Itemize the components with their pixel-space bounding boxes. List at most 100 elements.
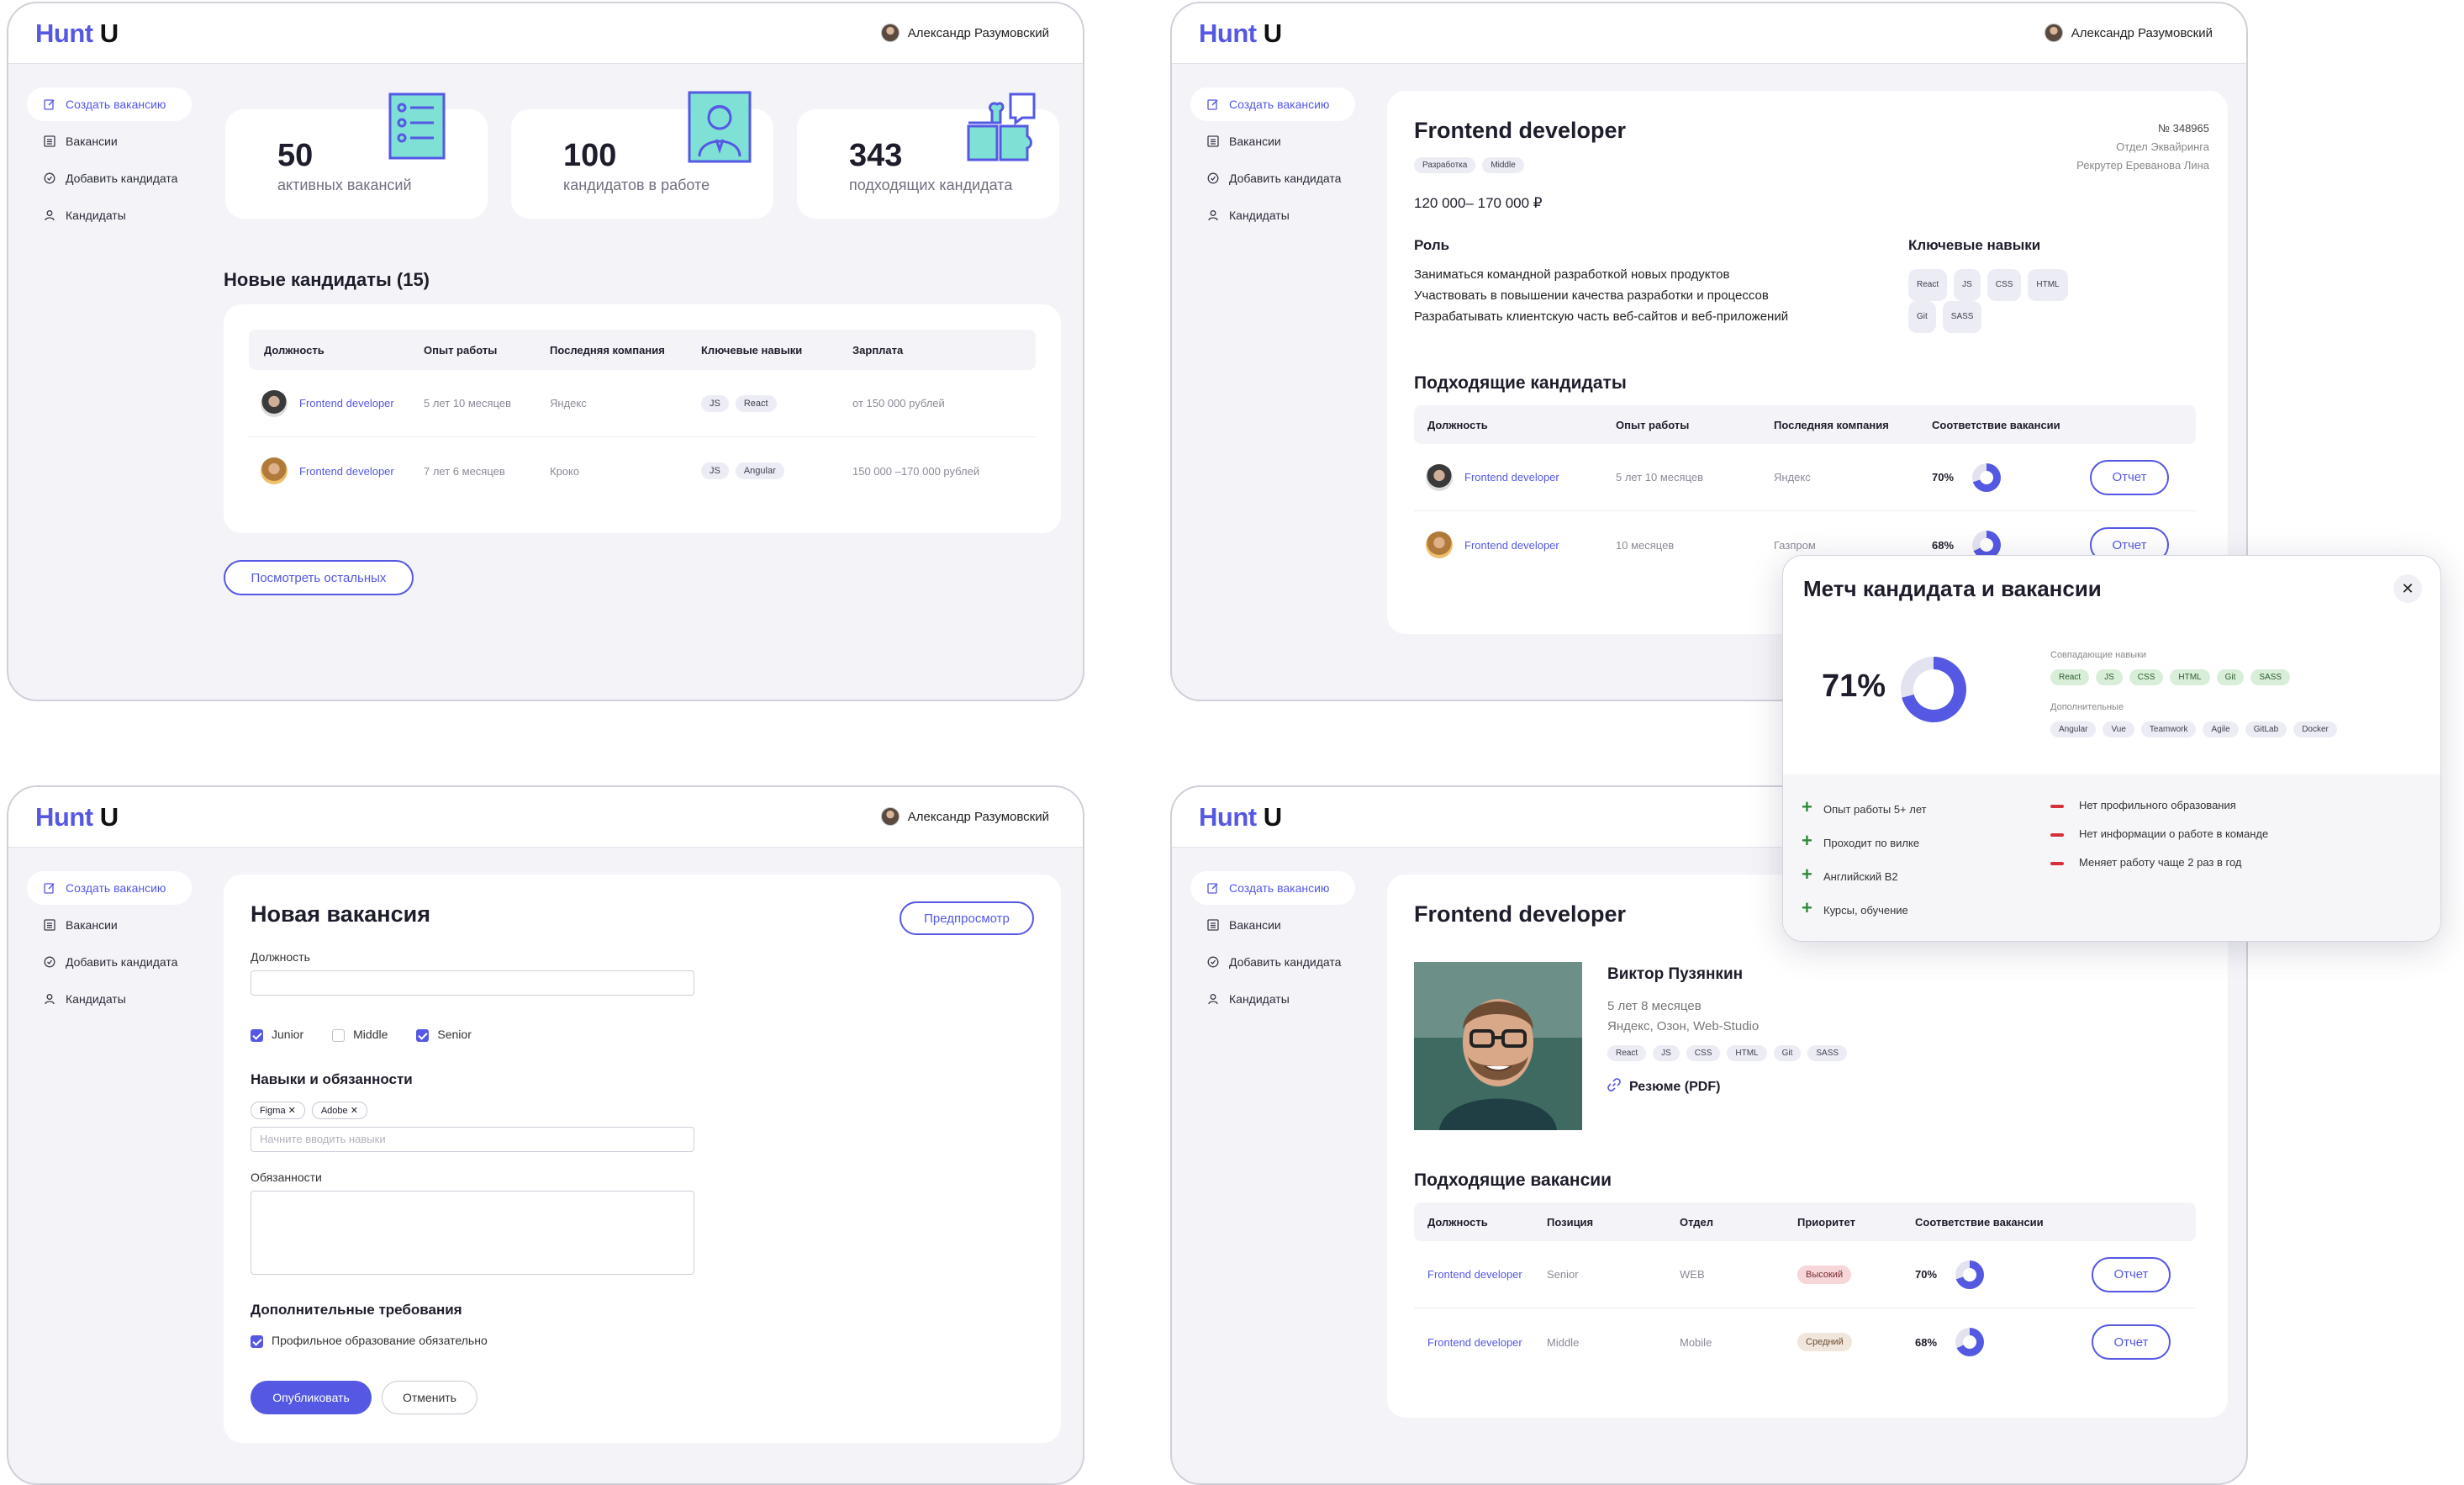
- matching-vacancies-table: Должность Позиция Отдел Приоритет Соотве…: [1414, 1202, 2196, 1376]
- logo[interactable]: Hunt U: [1199, 18, 1282, 49]
- skill-tag: JS: [701, 394, 729, 412]
- position-link[interactable]: Frontend developer: [1414, 1336, 1547, 1349]
- matching-candidates-title: Подходящие кандидаты: [1414, 373, 1627, 393]
- middle-checkbox[interactable]: Middle: [332, 1028, 388, 1042]
- avatar: [1426, 531, 1453, 558]
- preview-button[interactable]: Предпросмотр: [900, 901, 1034, 935]
- person-icon: [1206, 208, 1221, 223]
- junior-checkbox[interactable]: Junior: [251, 1028, 303, 1042]
- edit-icon: [1206, 880, 1221, 896]
- close-icon[interactable]: ✕: [2393, 574, 2422, 603]
- pro-item: + Английский B2: [1802, 859, 1927, 892]
- vacancy-department: Отдел Эквайринга: [2116, 140, 2209, 153]
- stat-card-active-vacancies: 50 активных вакансий: [225, 92, 488, 219]
- user-name: Александр Разумовский: [907, 25, 1049, 40]
- sidebar: Создать вакансию Вакансии Добавить канди…: [1190, 87, 1355, 235]
- stat-card-matching-candidates: 343 подходящих кандидата: [797, 92, 1059, 219]
- sidebar-item-create-vacancy[interactable]: Создать вакансию: [27, 871, 192, 905]
- sidebar-item-create-vacancy[interactable]: Создать вакансию: [1190, 871, 1355, 905]
- sidebar-item-vacancies[interactable]: Вакансии: [27, 908, 192, 942]
- report-button[interactable]: Отчет: [2092, 1256, 2171, 1292]
- minus-icon: [2050, 804, 2064, 808]
- avatar: [880, 807, 900, 826]
- pros-cons-section: + Опыт работы 5+ лет + Проходит по вилке +…: [1783, 774, 2440, 941]
- cancel-button[interactable]: Отменить: [382, 1381, 477, 1414]
- resume-link[interactable]: Резюме (PDF): [1607, 1078, 1720, 1096]
- table-row[interactable]: Frontend developer Middle Mobile Средний…: [1414, 1308, 2196, 1376]
- skill-tag: JS: [701, 462, 729, 479]
- logo[interactable]: Hunt U: [35, 802, 119, 832]
- priority-badge: Средний: [1797, 1333, 1852, 1351]
- remove-chip-icon[interactable]: ✕: [351, 1106, 358, 1116]
- table-row[interactable]: Frontend developer 5 лет 10 месяцев Янде…: [1414, 444, 2196, 511]
- match-percent: 68%: [1932, 538, 1955, 552]
- plus-icon: +: [1802, 830, 1812, 851]
- sidebar-item-vacancies[interactable]: Вакансии: [1190, 908, 1355, 942]
- vacancy-recruiter: Рекрутер Ереванова Лина: [2076, 159, 2209, 172]
- position-link[interactable]: Frontend developer: [1464, 471, 1559, 484]
- candidate-name: Виктор Пузянкин: [1607, 965, 1744, 983]
- user-menu[interactable]: Александр Разумовский: [880, 807, 1049, 826]
- sidebar-item-add-candidate[interactable]: Добавить кандидата: [1190, 945, 1355, 979]
- report-button[interactable]: Отчет: [2092, 1324, 2171, 1360]
- level-checkboxes: Junior Middle Senior: [251, 1028, 472, 1042]
- match-percent: 70%: [1915, 1268, 1938, 1281]
- sidebar: Создать вакансию Вакансии Добавить канди…: [1190, 871, 1355, 1019]
- table-row[interactable]: Frontend developer 7 лет 6 месяцев Кроко…: [249, 437, 1036, 505]
- report-button[interactable]: Отчет: [2090, 459, 2169, 495]
- user-name: Александр Разумовский: [2071, 25, 2213, 40]
- position-link[interactable]: Frontend developer: [1464, 539, 1559, 552]
- puzzle-icon: [967, 92, 1036, 161]
- duties-label: Обязанности: [251, 1171, 322, 1184]
- sidebar-item-candidates[interactable]: Кандидаты: [27, 198, 192, 232]
- duties-textarea[interactable]: [251, 1191, 694, 1275]
- checklist-icon: [388, 92, 446, 160]
- table-header: Должность Опыт работы Последняя компания…: [249, 330, 1036, 370]
- position-link[interactable]: Frontend developer: [299, 465, 394, 478]
- senior-checkbox[interactable]: Senior: [416, 1028, 472, 1042]
- sidebar-item-vacancies[interactable]: Вакансии: [27, 124, 192, 158]
- sidebar-item-candidates[interactable]: Кандидаты: [1190, 198, 1355, 232]
- user-menu[interactable]: Александр Разумовский: [880, 24, 1049, 42]
- position-link[interactable]: Frontend developer: [299, 397, 394, 410]
- logo[interactable]: Hunt U: [1199, 802, 1282, 832]
- sidebar-item-create-vacancy[interactable]: Создать вакансию: [1190, 87, 1355, 121]
- sidebar-item-add-candidate[interactable]: Добавить кандидата: [27, 945, 192, 979]
- check-circle-icon: [42, 954, 57, 970]
- logo[interactable]: Hunt U: [35, 18, 119, 49]
- sidebar-item-vacancies[interactable]: Вакансии: [1190, 124, 1355, 158]
- user-menu[interactable]: Александр Разумовский: [2044, 24, 2213, 42]
- sidebar-item-create-vacancy[interactable]: Создать вакансию: [27, 87, 192, 121]
- additional-skills: Angular Vue Teamwork Agile GitLab Docker: [2050, 721, 2344, 737]
- publish-button[interactable]: Опубликовать: [251, 1381, 372, 1414]
- sidebar-item-add-candidate[interactable]: Добавить кандидата: [1190, 161, 1355, 195]
- position-link[interactable]: Frontend developer: [1414, 1268, 1547, 1281]
- table-row[interactable]: Frontend developer Senior WEB Высокий 70…: [1414, 1241, 2196, 1308]
- sidebar: Создать вакансию Вакансии Добавить канди…: [27, 871, 192, 1019]
- skill-chip: Adobe ✕: [311, 1102, 367, 1119]
- avatar: [2044, 24, 2063, 42]
- plus-icon: +: [1802, 864, 1812, 885]
- position-input[interactable]: [251, 970, 694, 996]
- view-more-button[interactable]: Посмотреть остальных: [224, 560, 414, 595]
- match-donut: [1955, 1328, 1984, 1356]
- stat-card-candidates-in-work: 100 кандидатов в работе: [511, 91, 773, 219]
- list-icon: [42, 134, 57, 149]
- list-icon: [42, 917, 57, 933]
- avatar: [261, 457, 288, 484]
- person-icon: [42, 208, 57, 223]
- candidate-experience: 5 лет 8 месяцев: [1607, 999, 1702, 1013]
- sidebar-item-candidates[interactable]: Кандидаты: [1190, 982, 1355, 1016]
- education-checkbox[interactable]: Профильное образование обязательно: [251, 1334, 488, 1348]
- sidebar-item-candidates[interactable]: Кандидаты: [27, 982, 192, 1016]
- matching-skills: React JS CSS HTML Git SASS: [2050, 669, 2297, 685]
- con-item: Меняет работу чаще 2 раз в год: [2050, 848, 2268, 877]
- remove-chip-icon[interactable]: ✕: [288, 1106, 296, 1116]
- table-row[interactable]: Frontend developer 5 лет 10 месяцев Янде…: [249, 370, 1036, 437]
- match-percent-large: 71%: [1822, 669, 1886, 704]
- skills-input[interactable]: Начните вводить навыки: [251, 1127, 694, 1152]
- user-name: Александр Разумовский: [907, 809, 1049, 824]
- top-bar: Hunt U Александр Разумовский: [8, 3, 1083, 64]
- vacancy-card: Frontend developer Разработка Middle № 34…: [1387, 91, 2228, 634]
- sidebar-item-add-candidate[interactable]: Добавить кандидата: [27, 161, 192, 195]
